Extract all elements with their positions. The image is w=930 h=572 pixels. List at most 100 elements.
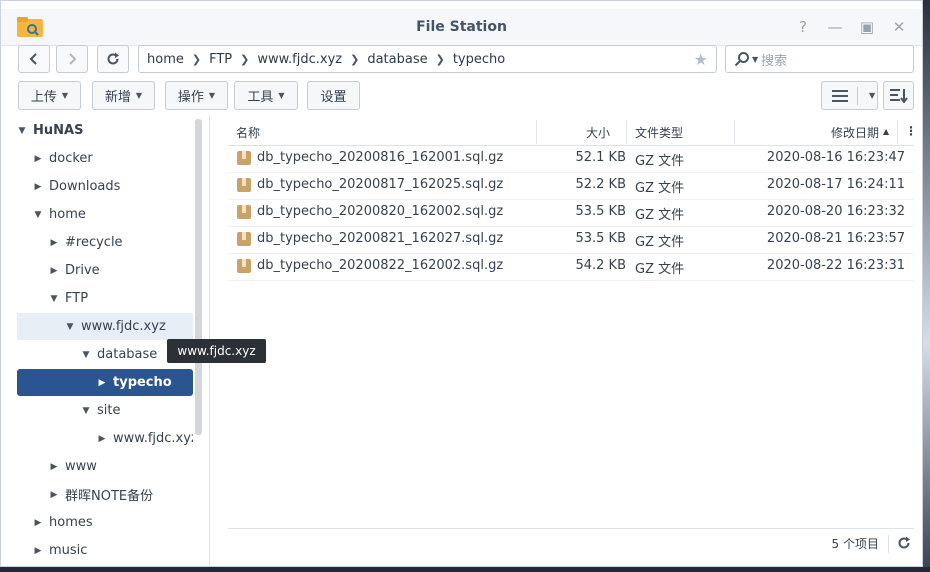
chevron-down-icon[interactable]: ▼ <box>869 91 875 100</box>
file-row[interactable]: db_typecho_20200820_162002.sql.gz 53.5 K… <box>228 199 914 227</box>
tree-label: FTP <box>65 291 89 306</box>
collapsed-arrow-icon[interactable]: ▶ <box>49 462 59 472</box>
file-row[interactable]: db_typecho_20200822_162002.sql.gz 54.2 K… <box>228 253 914 281</box>
forward-button[interactable] <box>56 45 88 73</box>
file-name: db_typecho_20200821_162027.sql.gz <box>257 231 504 246</box>
refresh-icon <box>107 52 119 65</box>
view-mode-button[interactable]: ▼ <box>821 81 878 110</box>
chevron-right-icon <box>69 53 77 65</box>
favorite-star-icon[interactable]: ★ <box>694 50 708 69</box>
collapsed-arrow-icon[interactable]: ▶ <box>49 266 59 276</box>
tree-label: Downloads <box>49 179 121 194</box>
collapsed-arrow-icon[interactable]: ▶ <box>49 238 59 248</box>
breadcrumb-site[interactable]: www.fjdc.xyz <box>257 52 342 67</box>
refresh-icon[interactable] <box>897 536 911 550</box>
tree-item-www[interactable]: ▶ www <box>17 453 209 480</box>
desktop-background-bottom <box>0 567 930 572</box>
collapsed-arrow-icon[interactable]: ▶ <box>97 434 107 444</box>
file-name: db_typecho_20200817_162025.sql.gz <box>257 177 504 192</box>
tree-label: 群晖NOTE备份 <box>65 489 154 504</box>
minimize-icon[interactable]: — <box>826 18 844 36</box>
tree-label: www.fjdc.xyz <box>81 319 166 334</box>
tree-item-drive[interactable]: ▶ Drive <box>17 257 209 284</box>
chevron-left-icon <box>29 53 37 65</box>
tree-item-www-fjdc-xyz[interactable]: ▼ www.fjdc.xyz <box>17 313 193 340</box>
upload-label: 上传 <box>30 90 57 105</box>
archive-file-icon <box>237 259 251 273</box>
file-size: 54.2 KB <box>575 258 626 273</box>
breadcrumb-separator-icon: ❯ <box>350 52 360 66</box>
tree-item-homes[interactable]: ▶ homes <box>17 509 209 536</box>
collapsed-arrow-icon[interactable]: ▶ <box>33 182 43 192</box>
tree-item-music[interactable]: ▶ music <box>17 537 209 564</box>
sort-ascending-icon: ▲ <box>883 127 890 136</box>
tree-item-site-www-fjdc-xyz[interactable]: ▶ www.fjdc.xyz <box>17 425 193 452</box>
breadcrumb-home[interactable]: home <box>147 52 184 67</box>
title-bar: File Station ? — ▣ ✕ <box>1 9 922 46</box>
expanded-arrow-icon[interactable]: ▼ <box>33 210 43 220</box>
tree-item-note-backup[interactable]: ▶ 群晖NOTE备份 <box>17 481 209 508</box>
back-button[interactable] <box>18 45 50 73</box>
tree-label: www <box>65 459 97 474</box>
expanded-arrow-icon[interactable]: ▼ <box>17 126 27 136</box>
help-icon[interactable]: ? <box>794 18 812 36</box>
collapsed-arrow-icon[interactable]: ▶ <box>33 546 43 556</box>
column-modified-header[interactable]: 修改日期 <box>831 124 879 141</box>
tree-item-recycle[interactable]: ▶ #recycle <box>17 229 209 256</box>
column-divider[interactable] <box>734 120 735 144</box>
action-button[interactable]: 操作 ▼ <box>165 81 228 110</box>
upload-button[interactable]: 上传 ▼ <box>18 81 81 110</box>
column-divider[interactable] <box>626 120 627 144</box>
settings-button[interactable]: 设置 <box>307 81 360 110</box>
chevron-down-icon: ▼ <box>61 91 69 100</box>
column-divider[interactable] <box>897 120 898 144</box>
column-menu-icon[interactable]: ⋮ <box>905 124 917 138</box>
breadcrumb: home ❯ FTP ❯ www.fjdc.xyz ❯ database ❯ typec… <box>138 45 717 73</box>
refresh-button[interactable] <box>97 45 129 73</box>
tree-scrollbar[interactable] <box>195 119 202 435</box>
expanded-arrow-icon[interactable]: ▼ <box>65 322 75 332</box>
column-type-header[interactable]: 文件类型 <box>635 124 683 141</box>
column-divider[interactable] <box>536 120 537 144</box>
column-name-header[interactable]: 名称 <box>236 124 260 141</box>
collapsed-arrow-icon[interactable]: ▶ <box>33 518 43 528</box>
tree-item-typecho[interactable]: ▶ typecho <box>17 369 193 396</box>
tree-item-ftp[interactable]: ▼ FTP <box>17 285 209 312</box>
tree-item-home[interactable]: ▼ home <box>17 201 209 228</box>
breadcrumb-separator-icon: ❯ <box>240 52 250 66</box>
collapsed-arrow-icon[interactable]: ▶ <box>33 154 43 164</box>
expanded-arrow-icon[interactable]: ▼ <box>81 350 91 360</box>
search-field[interactable]: ▼ 搜索 <box>725 45 914 73</box>
breadcrumb-ftp[interactable]: FTP <box>209 52 232 67</box>
tree-item-site[interactable]: ▼ site <box>17 397 193 424</box>
search-options-caret-icon[interactable]: ▼ <box>752 55 758 64</box>
tree-label: database <box>97 347 158 362</box>
sort-icon <box>889 88 908 103</box>
file-row[interactable]: db_typecho_20200821_162027.sql.gz 53.5 K… <box>228 226 914 254</box>
file-row[interactable]: db_typecho_20200817_162025.sql.gz 52.2 K… <box>228 172 914 200</box>
file-row[interactable]: db_typecho_20200816_162001.sql.gz 52.1 K… <box>228 145 914 173</box>
tree-label: docker <box>49 151 93 166</box>
settings-label: 设置 <box>320 90 347 105</box>
column-size-header[interactable]: 大小 <box>586 124 610 141</box>
breadcrumb-typecho[interactable]: typecho <box>453 52 505 67</box>
window-controls: ? — ▣ ✕ <box>794 18 908 36</box>
create-button[interactable]: 新增 ▼ <box>92 81 155 110</box>
tree-item-downloads[interactable]: ▶ Downloads <box>17 173 209 200</box>
close-icon[interactable]: ✕ <box>890 18 908 36</box>
expanded-arrow-icon[interactable]: ▼ <box>49 294 59 304</box>
tree-item-docker[interactable]: ▶ docker <box>17 145 209 172</box>
file-type: GZ 文件 <box>635 235 685 250</box>
tree-root-hunas[interactable]: ▼ HuNAS <box>17 117 193 144</box>
file-modified: 2020-08-22 16:23:31 <box>766 258 905 273</box>
expanded-arrow-icon[interactable]: ▼ <box>81 406 91 416</box>
collapsed-arrow-icon[interactable]: ▶ <box>49 490 59 500</box>
sort-button[interactable] <box>883 81 914 110</box>
breadcrumb-database[interactable]: database <box>367 52 427 67</box>
collapsed-arrow-icon[interactable]: ▶ <box>97 378 107 388</box>
file-size: 53.5 KB <box>575 204 626 219</box>
breadcrumb-separator-icon: ❯ <box>191 52 202 66</box>
tools-button[interactable]: 工具 ▼ <box>234 81 298 110</box>
archive-file-icon <box>237 151 251 165</box>
maximize-icon[interactable]: ▣ <box>858 18 876 36</box>
